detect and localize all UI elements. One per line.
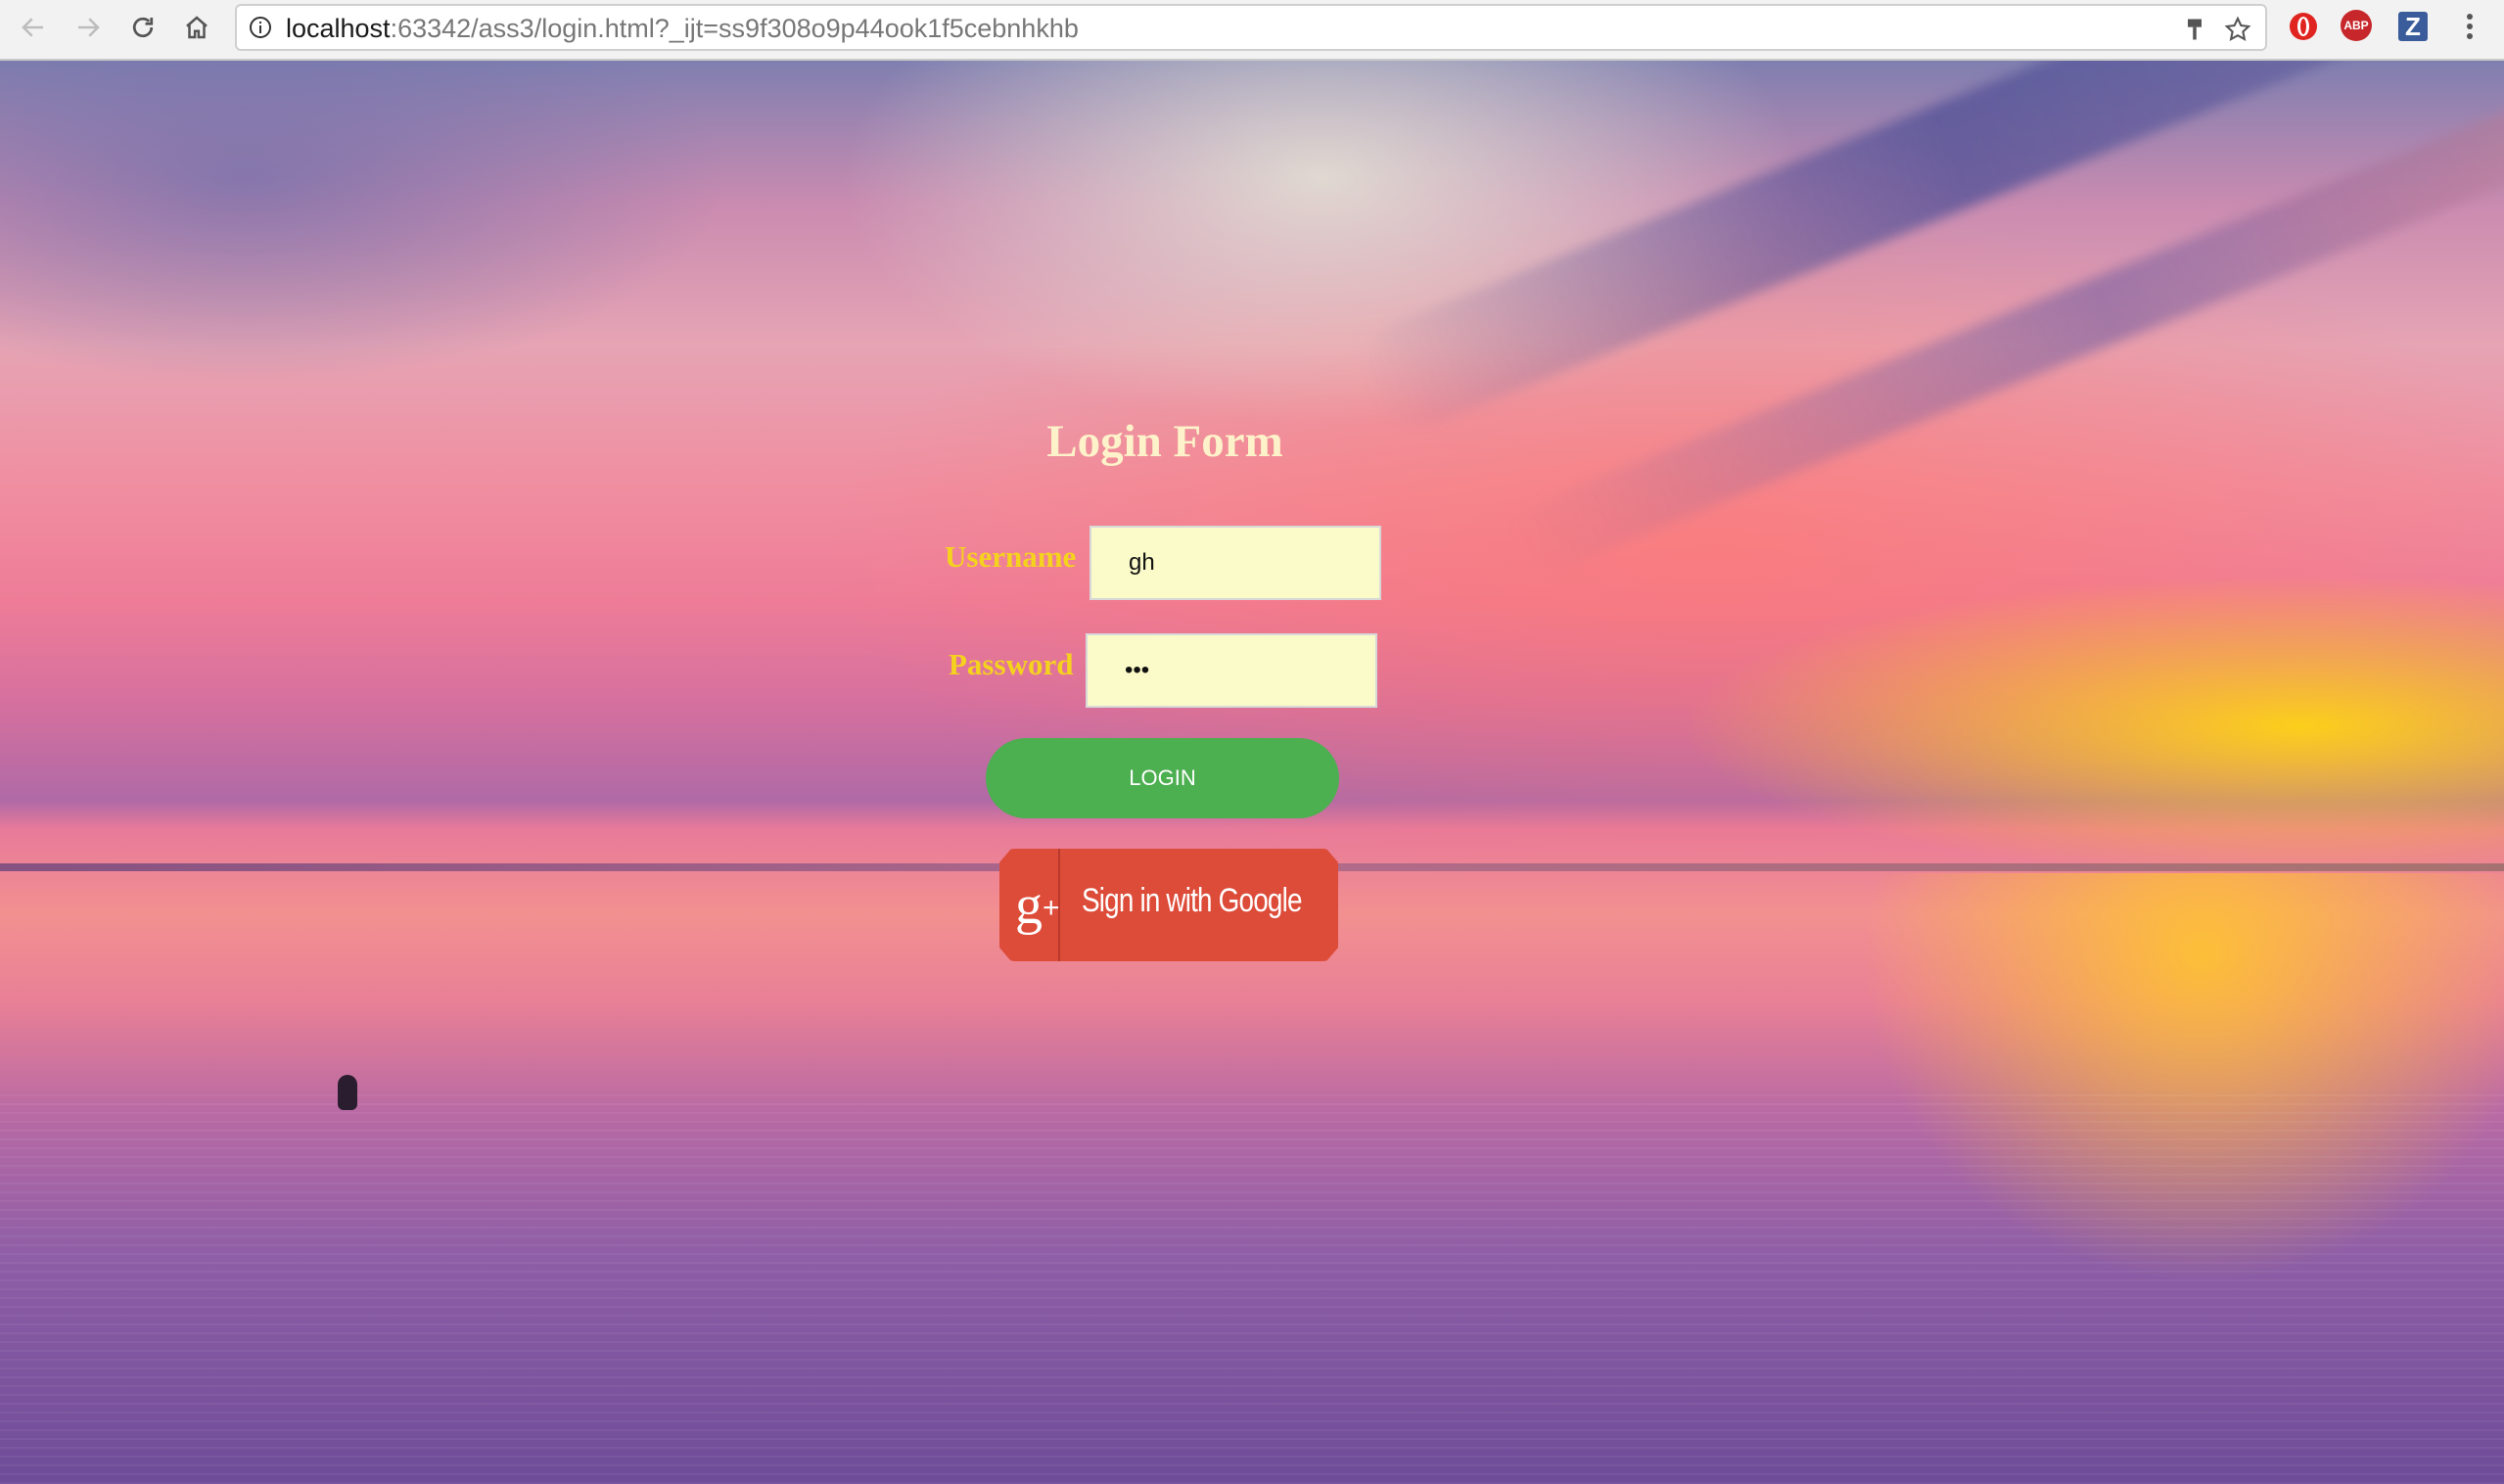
info-icon[interactable] xyxy=(249,16,272,39)
username-input[interactable] xyxy=(1090,526,1381,600)
url-text: localhost:63342/ass3/login.html?_ijt=ss9… xyxy=(286,15,1079,42)
reload-icon xyxy=(132,17,154,38)
page-background: Login Form Username Password Login g + S… xyxy=(0,61,2504,1484)
reload-button[interactable] xyxy=(123,8,162,47)
back-button[interactable] xyxy=(14,8,53,47)
arrow-left-icon xyxy=(22,18,43,37)
paint-brush-icon[interactable] xyxy=(2181,16,2208,43)
username-label: Username xyxy=(945,539,1077,574)
swimmer xyxy=(338,1075,357,1110)
water-ripples xyxy=(0,1089,2504,1484)
login-button[interactable]: Login xyxy=(986,738,1339,818)
home-icon xyxy=(186,16,208,39)
password-label: Password xyxy=(949,647,1074,681)
star-icon[interactable] xyxy=(2224,16,2251,43)
form-title: Login Form xyxy=(1046,416,1283,467)
home-button[interactable] xyxy=(177,8,216,47)
plus-icon: + xyxy=(1043,892,1060,924)
google-signin-label: Sign in with Google xyxy=(1082,882,1302,919)
forward-button[interactable] xyxy=(69,8,108,47)
google-logo-letter: g xyxy=(1015,874,1043,936)
browser-toolbar: localhost:63342/ass3/login.html?_ijt=ss9… xyxy=(0,0,2504,61)
arrow-right-icon xyxy=(78,18,100,37)
address-bar[interactable]: localhost:63342/ass3/login.html?_ijt=ss9… xyxy=(235,4,2267,51)
google-signin-button[interactable]: g + Sign in with Google xyxy=(999,849,1338,961)
menu-icon[interactable] xyxy=(2453,10,2486,43)
adblock-extension-icon[interactable]: ABP xyxy=(2341,10,2372,41)
opera-extension-icon[interactable] xyxy=(2287,10,2320,43)
url-host: localhost xyxy=(286,14,391,43)
z-extension-icon[interactable]: Z xyxy=(2398,12,2428,41)
url-path: :63342/ass3/login.html?_ijt=ss9f308o9p44… xyxy=(390,14,1079,43)
password-input[interactable] xyxy=(1086,633,1377,708)
